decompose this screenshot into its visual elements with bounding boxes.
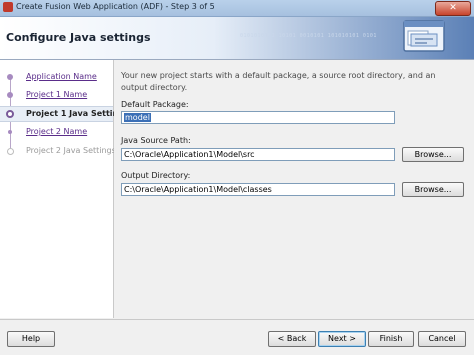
default-package-input[interactable]: model: [121, 111, 395, 124]
step-complete-icon: [7, 74, 13, 80]
wizard-window-icon: [403, 20, 445, 52]
default-package-label: Default Package:: [121, 100, 189, 109]
footer-separator: [0, 319, 474, 320]
nav-step-application-name[interactable]: Application Name: [0, 70, 113, 84]
java-source-path-input[interactable]: C:\Oracle\Application1\Model\src: [121, 148, 395, 161]
app-icon: [3, 2, 13, 12]
next-button[interactable]: Next >: [318, 331, 366, 347]
browse-output-directory-button[interactable]: Browse...: [402, 182, 464, 197]
binary-decoration: 0101010101 10101 0010101 101010101 0101: [240, 33, 377, 39]
cancel-button[interactable]: Cancel: [418, 331, 466, 347]
step-complete-icon: [7, 92, 13, 98]
nav-step-project1-java-settings[interactable]: Project 1 Java Settings: [0, 106, 129, 122]
step-pending-icon: [8, 130, 12, 134]
default-package-value: model: [124, 113, 151, 122]
step-current-icon: [6, 110, 14, 118]
java-source-path-label: Java Source Path:: [121, 136, 191, 145]
output-directory-label: Output Directory:: [121, 171, 191, 180]
title-bar: Create Fusion Web Application (ADF) - St…: [0, 0, 474, 17]
nav-step-project2-java-settings: Project 2 Java Settings: [0, 144, 116, 158]
help-button[interactable]: Help: [7, 331, 55, 347]
nav-step-project2-name[interactable]: Project 2 Name: [0, 125, 113, 139]
close-button[interactable]: ✕: [435, 1, 471, 16]
main-content: Your new project starts with a default p…: [114, 60, 474, 318]
nav-step-project1-name[interactable]: Project 1 Name: [0, 88, 113, 102]
step-disabled-icon: [7, 148, 14, 155]
wizard-steps-nav: Application Name Project 1 Name Project …: [0, 60, 129, 318]
intro-text: Your new project starts with a default p…: [121, 71, 436, 92]
output-directory-input[interactable]: C:\Oracle\Application1\Model\classes: [121, 183, 395, 196]
window-title: Create Fusion Web Application (ADF) - St…: [16, 2, 215, 11]
finish-button[interactable]: Finish: [368, 331, 414, 347]
nav-step-label[interactable]: Project 1 Name: [26, 90, 87, 99]
back-button[interactable]: < Back: [268, 331, 316, 347]
browse-source-path-button[interactable]: Browse...: [402, 147, 464, 162]
nav-step-label[interactable]: Project 2 Name: [26, 127, 87, 136]
header-banner: Configure Java settings 0101010101 10101…: [0, 17, 474, 60]
page-title: Configure Java settings: [6, 31, 151, 44]
nav-step-label[interactable]: Application Name: [26, 72, 97, 81]
nav-step-label: Project 2 Java Settings: [26, 146, 116, 155]
